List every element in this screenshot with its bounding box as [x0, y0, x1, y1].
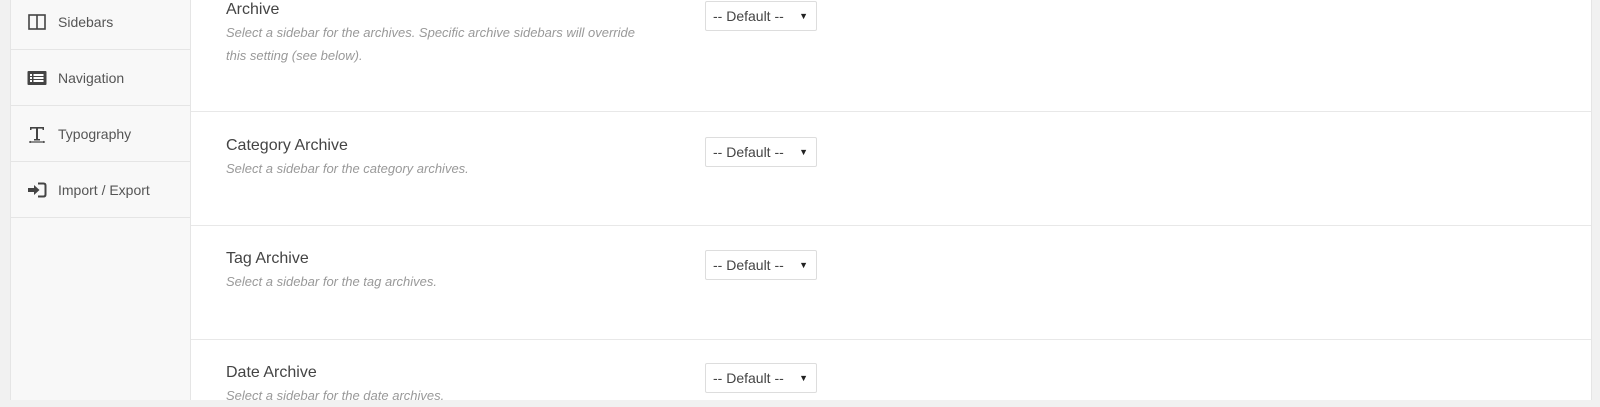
setting-row-tag-archive: Tag Archive Select a sidebar for the tag… [191, 226, 1591, 340]
tag-archive-sidebar-select[interactable]: -- Default -- ▼ [705, 250, 817, 280]
settings-panel: Sidebars Navigation Typography Import / … [10, 0, 1592, 403]
sidebar-item-label: Navigation [58, 69, 125, 86]
columns-icon [27, 12, 47, 32]
setting-title: Date Archive [226, 364, 317, 381]
select-value: -- Default -- [713, 257, 784, 273]
setting-title: Archive [226, 1, 280, 18]
caret-down-icon: ▼ [799, 11, 808, 21]
select-value: -- Default -- [713, 144, 784, 160]
settings-sidebar: Sidebars Navigation Typography Import / … [11, 0, 191, 400]
sidebar-item-label: Typography [58, 125, 132, 142]
date-archive-sidebar-select[interactable]: -- Default -- ▼ [705, 363, 817, 393]
setting-description: Select a sidebar for the tag archives. [226, 274, 438, 289]
sidebar-item-label: Import / Export [58, 181, 150, 198]
setting-title: Tag Archive [226, 250, 309, 267]
sidebar-item-sidebars[interactable]: Sidebars [11, 0, 190, 50]
archive-sidebar-select[interactable]: -- Default -- ▼ [705, 1, 817, 31]
sign-in-icon [27, 180, 47, 200]
setting-row-category-archive: Category Archive Select a sidebar for th… [191, 112, 1591, 226]
caret-down-icon: ▼ [799, 373, 808, 383]
caret-down-icon: ▼ [799, 260, 808, 270]
sidebar-item-typography[interactable]: Typography [11, 106, 190, 162]
setting-row-date-archive: Date Archive Select a sidebar for the da… [191, 340, 1591, 403]
select-value: -- Default -- [713, 370, 784, 386]
sidebar-item-navigation[interactable]: Navigation [11, 50, 190, 106]
setting-description: Select a sidebar for the archives. Speci… [226, 25, 635, 63]
setting-title: Category Archive [226, 137, 348, 154]
sidebar-item-label: Sidebars [58, 13, 114, 30]
category-archive-sidebar-select[interactable]: -- Default -- ▼ [705, 137, 817, 167]
setting-description: Select a sidebar for the category archiv… [226, 161, 469, 176]
sidebar-item-import-export[interactable]: Import / Export [11, 162, 190, 218]
text-icon [27, 124, 47, 144]
select-value: -- Default -- [713, 8, 784, 24]
settings-content: Archive Select a sidebar for the archive… [191, 0, 1591, 403]
setting-row-archive: Archive Select a sidebar for the archive… [191, 0, 1591, 112]
list-icon [27, 68, 47, 88]
setting-description: Select a sidebar for the date archives. [226, 388, 445, 403]
caret-down-icon: ▼ [799, 147, 808, 157]
